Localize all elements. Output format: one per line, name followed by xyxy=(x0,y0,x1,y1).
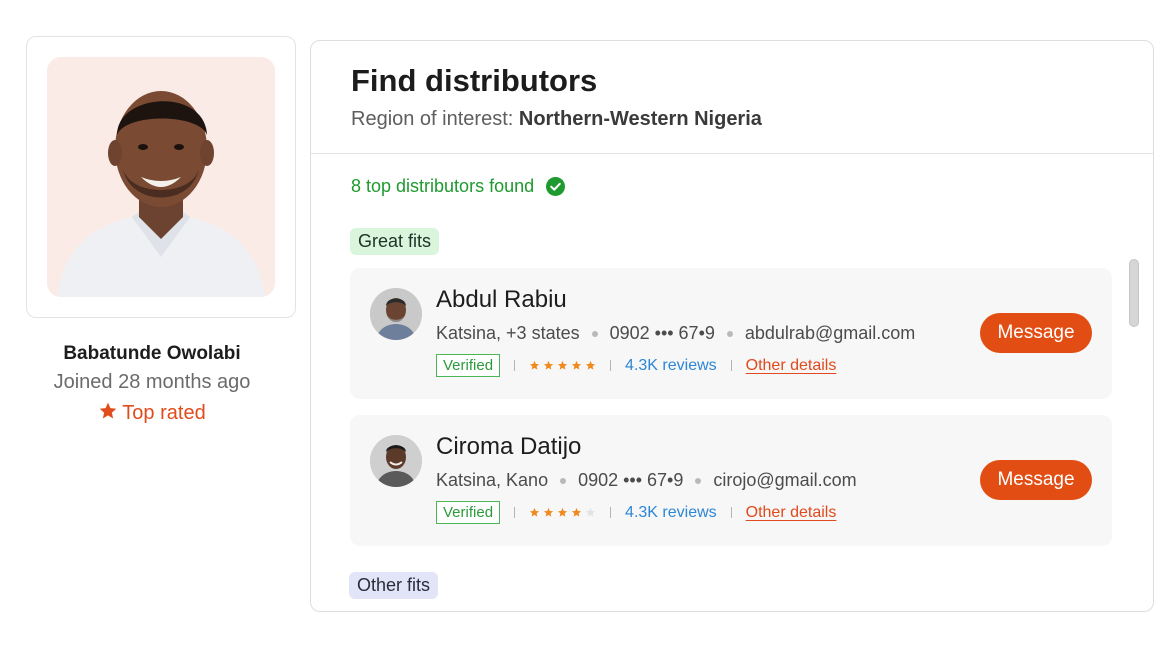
avatar xyxy=(370,435,422,487)
distributor-phone: 0902 ••• 67•9 xyxy=(609,323,715,343)
distributor-info-row: Verified 4.3K reviews Other details xyxy=(436,354,836,377)
top-rated-label: Top rated xyxy=(122,402,206,424)
top-rated-badge: Top rated xyxy=(26,401,278,425)
star-icon xyxy=(99,402,117,419)
star-rating xyxy=(529,507,596,518)
star-filled-icon xyxy=(585,360,596,370)
star-filled-icon xyxy=(543,360,554,370)
star-rating xyxy=(529,360,596,371)
distributor-card: Ciroma Datijo Katsina, Kano 0902 ••• 67•9… xyxy=(350,415,1112,546)
separator-dot xyxy=(560,478,567,485)
page-title: Find distributors xyxy=(351,63,598,98)
message-button[interactable]: Message xyxy=(980,460,1092,500)
star-filled-icon xyxy=(571,360,582,370)
star-filled-icon xyxy=(557,507,568,517)
star-filled-icon xyxy=(571,507,582,517)
distributor-email: cirojo@gmail.com xyxy=(713,470,857,490)
distributor-phone: 0902 ••• 67•9 xyxy=(578,470,684,490)
reviews-link[interactable]: 4.3K reviews xyxy=(625,357,717,375)
distributor-card: Abdul Rabiu Katsina, +3 states 0902 ••• 6… xyxy=(350,268,1112,399)
avatar xyxy=(370,288,422,340)
star-filled-icon xyxy=(557,360,568,370)
distributor-location: Katsina, Kano xyxy=(436,470,549,490)
region-label: Region of interest: xyxy=(351,108,514,130)
separator xyxy=(514,507,516,518)
region-value: Northern-Western Nigeria xyxy=(518,108,762,130)
scrollbar[interactable] xyxy=(1129,259,1139,327)
other-fits-tag: Other fits xyxy=(349,572,439,599)
separator xyxy=(610,360,612,371)
distributor-meta: Katsina, +3 states 0902 ••• 67•9 abdulrab@… xyxy=(436,323,915,344)
distributor-location: Katsina, +3 states xyxy=(436,323,580,343)
message-button[interactable]: Message xyxy=(980,313,1092,353)
separator xyxy=(730,360,732,371)
great-fits-tag: Great fits xyxy=(350,228,440,255)
separator xyxy=(514,360,516,371)
other-details-link[interactable]: Other details xyxy=(746,357,837,375)
distributor-name: Abdul Rabiu xyxy=(436,286,567,313)
distributor-meta: Katsina, Kano 0902 ••• 67•9 cirojo@gmail.c… xyxy=(436,470,857,491)
region-of-interest: Region of interest: Northern-Western Nig… xyxy=(351,108,762,131)
distributor-info-row: Verified 4.3K reviews Other details xyxy=(436,501,836,524)
profile-card xyxy=(26,36,296,318)
verified-badge: Verified xyxy=(436,354,501,377)
star-empty-icon xyxy=(585,507,596,517)
distributor-email: abdulrab@gmail.com xyxy=(744,323,916,343)
distributor-name: Ciroma Datijo xyxy=(436,433,582,460)
star-filled-icon xyxy=(543,507,554,517)
check-circle-icon xyxy=(546,177,566,196)
profile-joined: Joined 28 months ago xyxy=(53,371,251,393)
divider xyxy=(311,153,1153,154)
profile-name: Babatunde Owolabi xyxy=(63,343,241,364)
other-details-link[interactable]: Other details xyxy=(746,504,837,522)
profile-photo xyxy=(47,57,275,297)
results-count: 8 top distributors found xyxy=(351,176,535,196)
separator-dot xyxy=(726,331,733,338)
separator xyxy=(610,507,612,518)
separator-dot xyxy=(695,478,702,485)
star-filled-icon xyxy=(529,507,540,517)
verified-badge: Verified xyxy=(436,501,501,524)
reviews-link[interactable]: 4.3K reviews xyxy=(625,504,717,522)
star-filled-icon xyxy=(529,360,540,370)
find-distributors-panel: Find distributors Region of interest: No… xyxy=(310,40,1154,612)
separator-dot xyxy=(591,331,598,338)
results-status: 8 top distributors found xyxy=(351,176,566,197)
separator xyxy=(730,507,732,518)
